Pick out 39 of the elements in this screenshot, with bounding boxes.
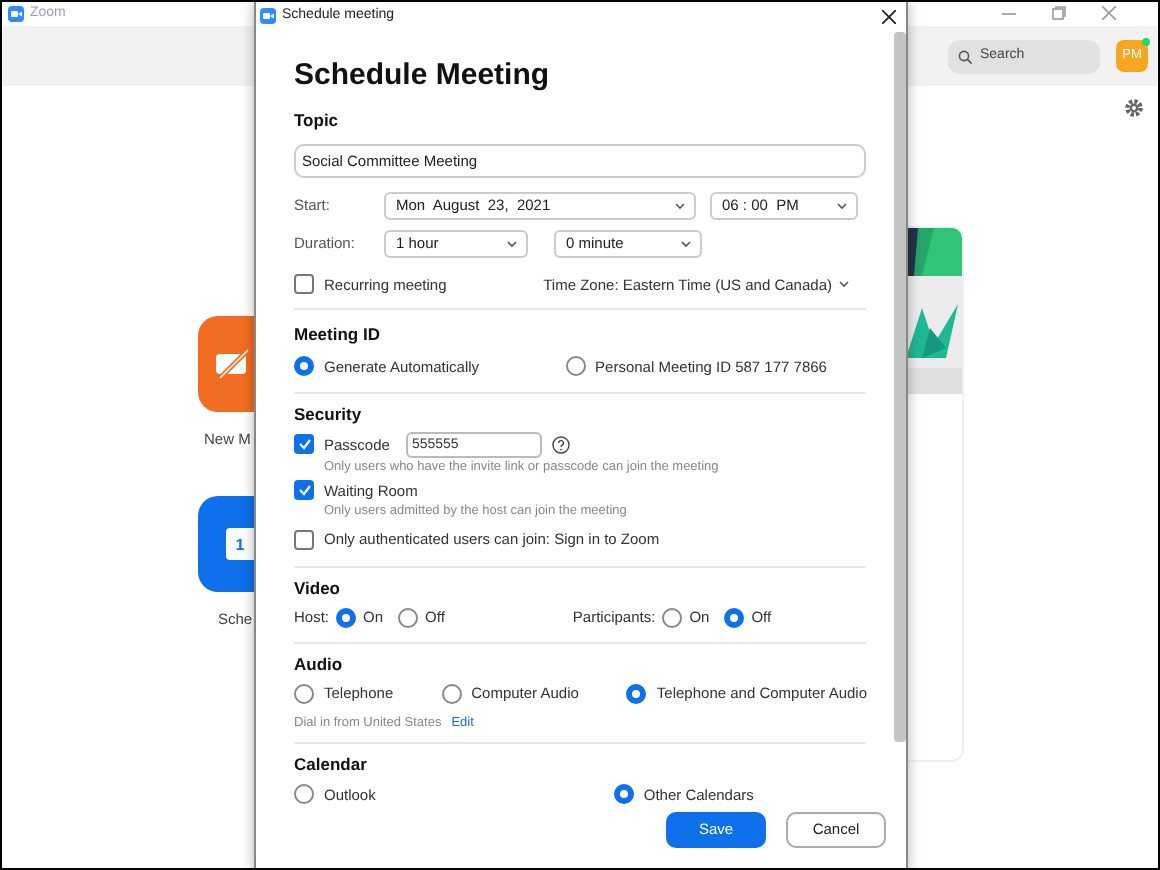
radio-button[interactable] [335,607,356,628]
section-heading: Video [294,576,342,602]
settings-icon[interactable] [1124,98,1144,118]
radio-button[interactable] [441,683,462,704]
checkbox[interactable] [294,274,314,295]
section-heading: Calendar [294,752,369,778]
radio-button[interactable] [294,356,314,377]
chevron-down-icon [674,201,686,210]
new-meeting-tile[interactable] [198,316,254,412]
zoom-logo-icon [260,8,276,24]
radio-button[interactable] [565,356,586,377]
checkbox[interactable] [294,480,314,501]
schedule-tile[interactable]: 1 [198,496,254,592]
restore-icon[interactable] [1052,6,1066,20]
section-heading: Meeting ID [294,322,382,348]
dialog-heading: Schedule Meeting [294,58,552,94]
scrollbar[interactable] [894,32,906,742]
radio-button[interactable] [294,784,314,805]
camera-off-icon [214,348,254,380]
chevron-down-icon [506,239,518,248]
section-heading: Audio [294,652,345,678]
calendar-icon: 1 [226,528,254,560]
checkbox[interactable] [294,434,314,455]
chevron-down-icon [680,239,692,248]
checkbox[interactable] [294,529,314,550]
radio-button[interactable] [723,607,744,628]
radio-button[interactable] [613,784,634,805]
radio-button[interactable] [626,683,647,704]
help-icon[interactable] [551,435,570,454]
radio-button[interactable] [661,607,682,628]
close-icon[interactable] [882,9,896,23]
radio-button[interactable] [397,607,418,628]
section-heading: Topic [294,108,341,134]
chevron-down-icon [836,201,848,210]
radio-button[interactable] [294,683,314,704]
zoom-logo-icon [8,6,24,22]
search-icon [958,49,972,63]
chevron-down-icon [838,280,850,289]
section-heading: Security [294,402,364,428]
